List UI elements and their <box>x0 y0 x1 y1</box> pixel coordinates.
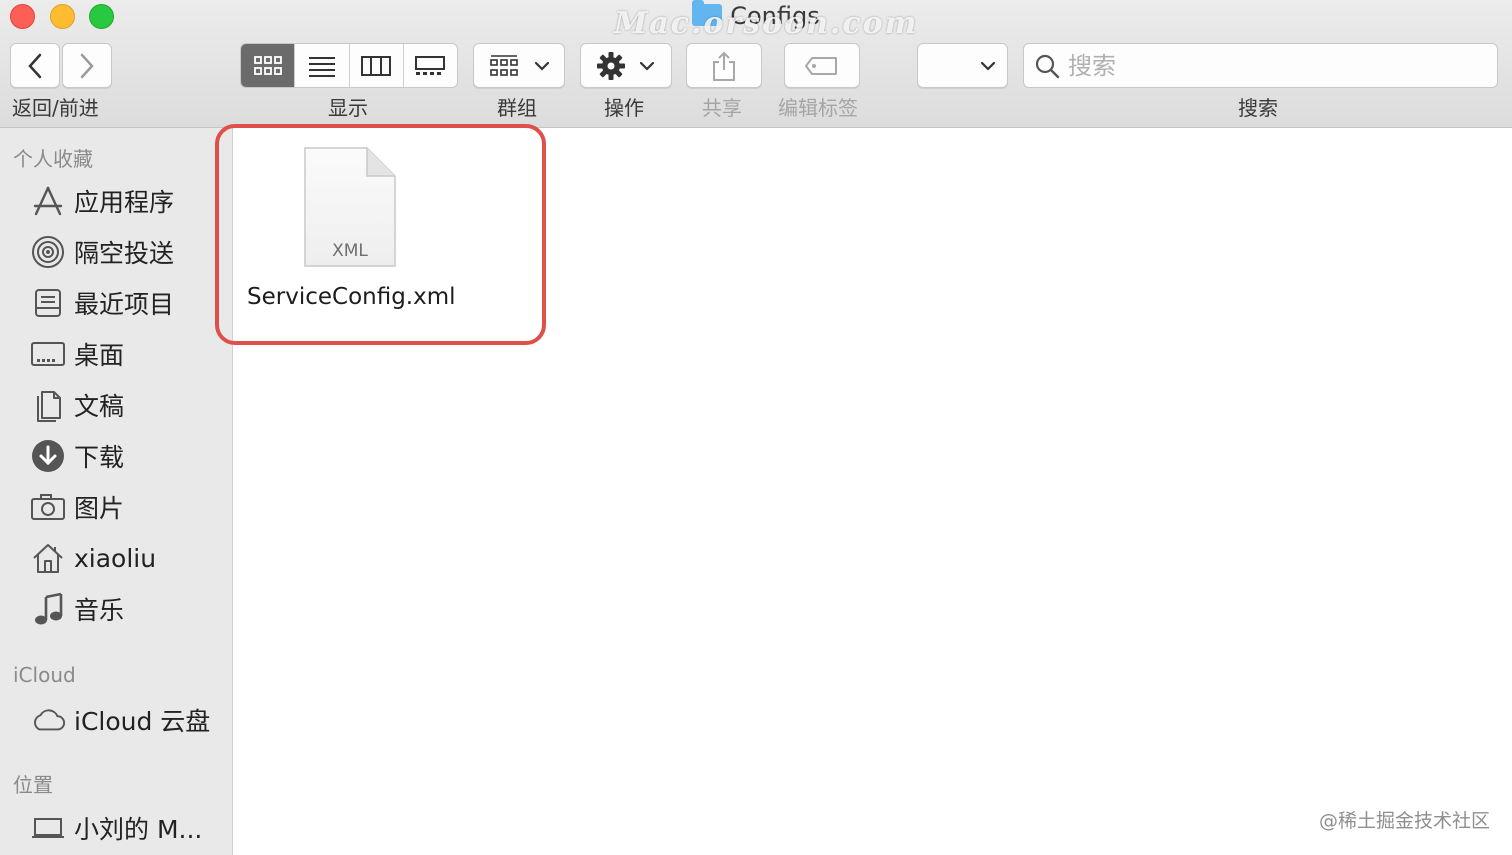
back-button[interactable] <box>10 43 60 88</box>
sidebar-item-label: 音乐 <box>74 596 125 625</box>
sidebar-item-documents[interactable]: 文稿 <box>30 385 124 425</box>
nav-label: 返回/前进 <box>12 96 99 120</box>
file-type-label: XML <box>332 241 368 261</box>
sidebar-item-label: 下载 <box>74 443 125 472</box>
path-dropdown[interactable] <box>917 43 1008 88</box>
column-view-button[interactable] <box>350 44 404 87</box>
sidebar-item-label: xiaoliu <box>74 543 157 573</box>
tag-icon <box>805 56 837 75</box>
grid-icon <box>253 55 282 75</box>
search-input[interactable] <box>1068 51 1488 80</box>
documents-icon <box>30 387 66 423</box>
gallery-view-button[interactable] <box>404 44 457 87</box>
sidebar-item-label: 应用程序 <box>74 188 175 217</box>
action-button[interactable] <box>580 43 672 88</box>
sidebar-item-label: 最近项目 <box>74 290 175 319</box>
file-name[interactable]: ServiceConfig.xml <box>247 284 456 310</box>
group-button[interactable] <box>473 43 565 88</box>
favorites-section-title: 个人收藏 <box>13 147 93 171</box>
chevron-down-icon <box>980 61 996 71</box>
sidebar-item-label: 图片 <box>74 494 125 523</box>
sidebar-item-label: 文稿 <box>74 392 125 421</box>
search-field[interactable] <box>1023 43 1498 88</box>
view-switcher <box>240 43 458 88</box>
edit-tags-label: 编辑标签 <box>778 96 858 120</box>
sidebar-item-recents[interactable]: 最近项目 <box>30 283 174 323</box>
sidebar-item-icloud-drive[interactable]: iCloud 云盘 <box>30 700 210 740</box>
desktop-icon <box>30 336 66 372</box>
home-icon <box>30 540 66 576</box>
locations-section-title: 位置 <box>13 773 53 797</box>
sidebar-item-home[interactable]: xiaoliu <box>30 538 156 578</box>
music-icon <box>30 591 66 627</box>
sidebar-item-downloads[interactable]: 下载 <box>30 436 124 476</box>
sidebar-item-label: 隔空投送 <box>74 239 175 268</box>
sidebar-item-applications[interactable]: 应用程序 <box>30 181 174 221</box>
recents-icon <box>30 285 66 321</box>
downloads-icon <box>30 438 66 474</box>
watermark: Mac.orsoon.com <box>614 6 919 41</box>
icon-view-button[interactable] <box>241 44 296 87</box>
cloud-icon <box>30 702 66 738</box>
sidebar-item-label: 小刘的 M... <box>74 815 203 844</box>
list-icon <box>308 56 335 77</box>
chevron-left-icon <box>28 53 42 78</box>
sidebar-item-desktop[interactable]: 桌面 <box>30 334 124 374</box>
sidebar-item-label: 桌面 <box>74 341 125 370</box>
sidebar-item-computer[interactable]: 小刘的 M... <box>30 808 202 848</box>
search-label: 搜索 <box>1238 96 1278 120</box>
sidebar-item-airdrop[interactable]: 隔空投送 <box>30 232 174 272</box>
window-toolbar: Configs Mac.orsoon.com 返回/前进 显示 群组 操作 共享… <box>0 0 1512 128</box>
chevron-right-icon <box>80 53 94 78</box>
edit-tags-button[interactable] <box>784 43 860 88</box>
icloud-section-title: iCloud <box>13 663 76 687</box>
columns-icon <box>361 55 392 76</box>
sidebar-item-music[interactable]: 音乐 <box>30 589 124 629</box>
group-grid-icon <box>490 54 518 76</box>
footer-watermark: @稀土掘金技术社区 <box>1318 810 1490 832</box>
view-label: 显示 <box>328 96 368 120</box>
share-label: 共享 <box>702 96 742 120</box>
group-label: 群组 <box>497 96 537 120</box>
airdrop-icon <box>30 234 66 270</box>
action-label: 操作 <box>604 96 644 120</box>
sidebar: 个人收藏 应用程序 隔空投送 最近项目 桌面 文稿 下载 图片 xiaoliu … <box>0 128 233 855</box>
share-button[interactable] <box>686 43 762 88</box>
search-icon <box>1035 54 1060 78</box>
computer-icon <box>30 810 66 846</box>
sidebar-item-pictures[interactable]: 图片 <box>30 487 124 527</box>
sidebar-item-label: iCloud 云盘 <box>74 707 211 736</box>
chevron-down-icon <box>534 61 550 71</box>
share-icon <box>713 51 735 81</box>
pictures-icon <box>30 489 66 525</box>
list-view-button[interactable] <box>295 44 350 87</box>
applications-icon <box>30 183 66 219</box>
gallery-icon <box>415 55 446 75</box>
gear-icon <box>597 51 625 80</box>
forward-button[interactable] <box>62 43 112 88</box>
chevron-down-icon <box>639 61 655 71</box>
